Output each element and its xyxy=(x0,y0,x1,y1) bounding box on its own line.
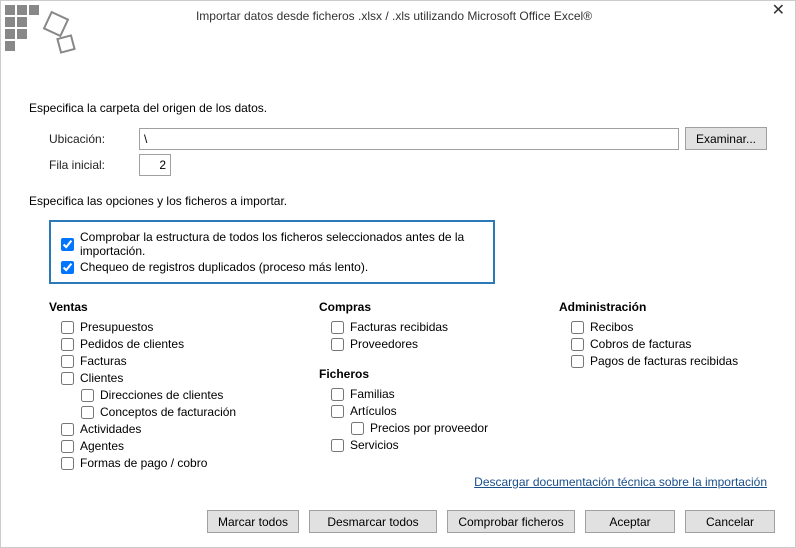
actividades-checkbox[interactable] xyxy=(61,423,74,436)
import-options-box: Comprobar la estructura de todos los fic… xyxy=(49,220,495,284)
presupuestos-label: Presupuestos xyxy=(80,320,153,334)
familias-checkbox[interactable] xyxy=(331,388,344,401)
location-row: Ubicación: Examinar... xyxy=(49,127,767,150)
accept-button[interactable]: Aceptar xyxy=(585,510,675,533)
familias-item: Familias xyxy=(331,387,549,401)
formas-pago-label: Formas de pago / cobro xyxy=(80,456,207,470)
recibos-checkbox[interactable] xyxy=(571,321,584,334)
facturas-item: Facturas xyxy=(61,354,309,368)
location-input[interactable] xyxy=(139,128,679,150)
startrow-row: Fila inicial: xyxy=(49,154,767,176)
administracion-column: Administración Recibos Cobros de factura… xyxy=(559,298,789,473)
formas-pago-checkbox[interactable] xyxy=(61,457,74,470)
window-title: Importar datos desde ficheros .xlsx / .x… xyxy=(1,9,787,23)
check-structure-label: Comprobar la estructura de todos los fic… xyxy=(80,230,483,258)
precios-proveedor-item: Precios por proveedor xyxy=(351,421,549,435)
facturas-recibidas-label: Facturas recibidas xyxy=(350,320,448,334)
check-structure-option: Comprobar la estructura de todos los fic… xyxy=(61,230,483,258)
direcciones-clientes-checkbox[interactable] xyxy=(81,389,94,402)
check-duplicates-checkbox[interactable] xyxy=(61,261,74,274)
proveedores-label: Proveedores xyxy=(350,337,418,351)
conceptos-facturacion-label: Conceptos de facturación xyxy=(100,405,236,419)
presupuestos-checkbox[interactable] xyxy=(61,321,74,334)
browse-button[interactable]: Examinar... xyxy=(685,127,767,150)
documentation-link[interactable]: Descargar documentación técnica sobre la… xyxy=(474,475,767,489)
facturas-recibidas-checkbox[interactable] xyxy=(331,321,344,334)
startrow-input[interactable] xyxy=(139,154,171,176)
clientes-label: Clientes xyxy=(80,371,123,385)
servicios-checkbox[interactable] xyxy=(331,439,344,452)
pedidos-clientes-label: Pedidos de clientes xyxy=(80,337,184,351)
startrow-label: Fila inicial: xyxy=(49,158,139,172)
administracion-title: Administración xyxy=(559,300,789,314)
conceptos-facturacion-item: Conceptos de facturación xyxy=(81,405,309,419)
close-icon[interactable]: ✕ xyxy=(772,3,785,19)
pedidos-clientes-checkbox[interactable] xyxy=(61,338,74,351)
servicios-label: Servicios xyxy=(350,438,399,452)
direcciones-clientes-item: Direcciones de clientes xyxy=(81,388,309,402)
dialog-content: Especifica la carpeta del origen de los … xyxy=(1,31,795,473)
pedidos-clientes-item: Pedidos de clientes xyxy=(61,337,309,351)
pagos-facturas-recibidas-checkbox[interactable] xyxy=(571,355,584,368)
import-dialog: Importar datos desde ficheros .xlsx / .x… xyxy=(0,0,796,548)
cobros-facturas-item: Cobros de facturas xyxy=(571,337,789,351)
check-files-button[interactable]: Comprobar ficheros xyxy=(447,510,575,533)
facturas-checkbox[interactable] xyxy=(61,355,74,368)
servicios-item: Servicios xyxy=(331,438,549,452)
ventas-column: Ventas Presupuestos Pedidos de clientes … xyxy=(49,298,309,473)
file-groups: Ventas Presupuestos Pedidos de clientes … xyxy=(49,298,767,473)
options-section-label: Especifica las opciones y los ficheros a… xyxy=(29,194,767,208)
location-label: Ubicación: xyxy=(49,132,139,146)
titlebar: Importar datos desde ficheros .xlsx / .x… xyxy=(1,1,795,31)
formas-pago-item: Formas de pago / cobro xyxy=(61,456,309,470)
ventas-title: Ventas xyxy=(49,300,309,314)
articulos-label: Artículos xyxy=(350,404,397,418)
check-structure-checkbox[interactable] xyxy=(61,238,74,251)
precios-proveedor-checkbox[interactable] xyxy=(351,422,364,435)
cobros-facturas-checkbox[interactable] xyxy=(571,338,584,351)
cobros-facturas-label: Cobros de facturas xyxy=(590,337,691,351)
compras-ficheros-column: Compras Facturas recibidas Proveedores F… xyxy=(319,298,549,473)
recibos-item: Recibos xyxy=(571,320,789,334)
proveedores-item: Proveedores xyxy=(331,337,549,351)
pagos-facturas-recibidas-item: Pagos de facturas recibidas xyxy=(571,354,789,368)
actividades-label: Actividades xyxy=(80,422,141,436)
clientes-checkbox[interactable] xyxy=(61,372,74,385)
compras-title: Compras xyxy=(319,300,549,314)
check-duplicates-label: Chequeo de registros duplicados (proceso… xyxy=(80,260,368,274)
articulos-item: Artículos xyxy=(331,404,549,418)
articulos-checkbox[interactable] xyxy=(331,405,344,418)
familias-label: Familias xyxy=(350,387,395,401)
actividades-item: Actividades xyxy=(61,422,309,436)
folder-section-label: Especifica la carpeta del origen de los … xyxy=(29,101,767,115)
recibos-label: Recibos xyxy=(590,320,633,334)
facturas-recibidas-item: Facturas recibidas xyxy=(331,320,549,334)
precios-proveedor-label: Precios por proveedor xyxy=(370,421,488,435)
proveedores-checkbox[interactable] xyxy=(331,338,344,351)
clientes-item: Clientes xyxy=(61,371,309,385)
facturas-label: Facturas xyxy=(80,354,127,368)
agentes-item: Agentes xyxy=(61,439,309,453)
conceptos-facturacion-checkbox[interactable] xyxy=(81,406,94,419)
presupuestos-item: Presupuestos xyxy=(61,320,309,334)
pagos-facturas-recibidas-label: Pagos de facturas recibidas xyxy=(590,354,738,368)
direcciones-clientes-label: Direcciones de clientes xyxy=(100,388,223,402)
cancel-button[interactable]: Cancelar xyxy=(685,510,775,533)
check-duplicates-option: Chequeo de registros duplicados (proceso… xyxy=(61,260,483,274)
button-bar: Marcar todos Desmarcar todos Comprobar f… xyxy=(207,510,775,533)
unmark-all-button[interactable]: Desmarcar todos xyxy=(309,510,437,533)
doc-link-wrap: Descargar documentación técnica sobre la… xyxy=(474,475,767,489)
agentes-checkbox[interactable] xyxy=(61,440,74,453)
agentes-label: Agentes xyxy=(80,439,124,453)
mark-all-button[interactable]: Marcar todos xyxy=(207,510,299,533)
ficheros-title: Ficheros xyxy=(319,367,549,381)
